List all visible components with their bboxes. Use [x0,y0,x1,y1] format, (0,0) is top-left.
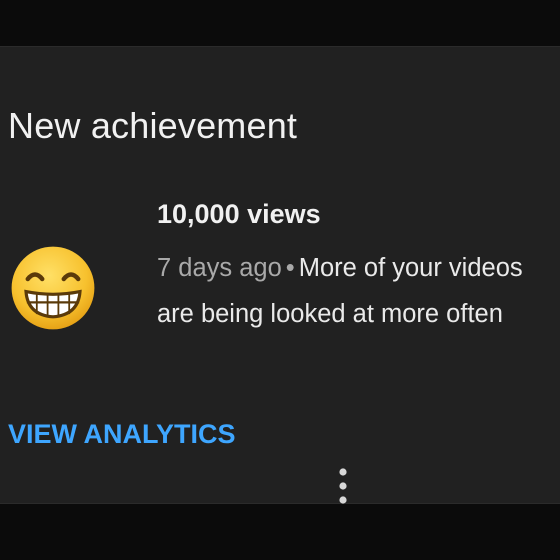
separator-dot: • [285,254,295,282]
card-title: New achievement [8,105,298,146]
bottom-bar [0,504,560,560]
notification-description: 7 days ago • More of your videos are being… [157,245,547,337]
grinning-face-emoji-icon [11,246,95,330]
more-options-button[interactable] [326,465,360,507]
milestone-title: 10,000 views [157,199,321,229]
timestamp: 7 days ago [157,254,282,282]
view-analytics-button[interactable]: VIEW ANALYTICS [8,419,236,450]
three-dot-vertical-icon [339,468,347,504]
top-bar [0,0,560,46]
achievement-card: New achievement 10,000 views 7 days ago •… [0,46,560,504]
